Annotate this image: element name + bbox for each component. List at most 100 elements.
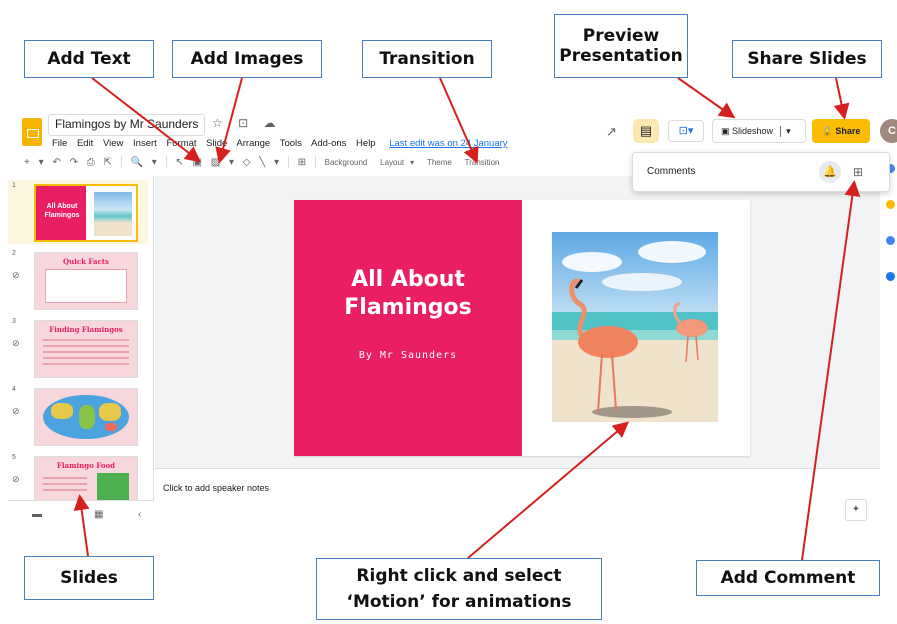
toolbar-divider bbox=[314, 156, 316, 168]
slideshow-button[interactable]: ▣ Slideshow │ ▾ bbox=[712, 119, 806, 143]
avatar[interactable]: C bbox=[880, 119, 897, 143]
thumb-title: Flamingo Food bbox=[56, 461, 116, 470]
grid-view-icon[interactable]: ▦ bbox=[94, 509, 103, 520]
slide-number: 5 bbox=[12, 454, 16, 461]
text-box-icon[interactable]: ▣ bbox=[193, 157, 202, 168]
slide-title[interactable]: All About Flamingos bbox=[294, 266, 522, 322]
filmstrip-view-icon[interactable]: ▬ bbox=[32, 509, 42, 520]
menu-format[interactable]: Format bbox=[166, 138, 196, 149]
new-slide-dropdown-icon[interactable]: ▾ bbox=[39, 157, 44, 168]
menu-edit[interactable]: Edit bbox=[77, 138, 93, 149]
comment-history-button[interactable]: ▤ bbox=[633, 119, 659, 143]
callout-motion-line-1: Right click and select bbox=[356, 566, 562, 586]
slide-preview: All About Flamingos bbox=[34, 184, 138, 242]
filmstrip-controls: ▬ ▦ ‹ bbox=[8, 500, 154, 528]
tasks-icon[interactable] bbox=[886, 236, 895, 245]
callout-share-slides: Share Slides bbox=[732, 40, 882, 78]
last-edit-link[interactable]: Last edit was on 24 January bbox=[389, 138, 507, 149]
thumb-title: Quick Facts bbox=[63, 257, 109, 266]
slide-title-line-2: Flamingos bbox=[344, 295, 472, 320]
link-icon: ⊘ bbox=[12, 406, 20, 416]
slide-subtitle[interactable]: By Mr Saunders bbox=[294, 350, 522, 361]
layout-button[interactable]: Layout ▾ bbox=[380, 158, 414, 167]
callout-motion: Right click and select ‘Motion’ for anim… bbox=[316, 558, 602, 620]
title-actions-icons[interactable]: ☆ ⊡ ☁ bbox=[212, 116, 281, 130]
slide-preview: Quick Facts bbox=[34, 252, 138, 310]
flamingo-photo[interactable] bbox=[552, 232, 718, 422]
activity-trend-icon[interactable]: ↗ bbox=[606, 124, 617, 140]
slideshow-label: Slideshow bbox=[732, 126, 774, 136]
speaker-notes-placeholder[interactable]: Click to add speaker notes bbox=[163, 483, 269, 493]
menu-tools[interactable]: Tools bbox=[280, 138, 302, 149]
link-icon: ⊘ bbox=[12, 270, 20, 280]
paint-format-icon[interactable]: ⇱ bbox=[104, 157, 112, 168]
callout-transition: Transition bbox=[362, 40, 492, 78]
background-button[interactable]: Background bbox=[325, 158, 368, 167]
menu-addons[interactable]: Add-ons bbox=[311, 138, 346, 149]
toolbar: + ▾ ↶ ↷ ⎙ ⇱ 🔍 ▾ ↖ ▣ ▨ ▾ ◇ ╲ ▾ ⊞ Backgrou… bbox=[24, 156, 634, 174]
shape-icon[interactable]: ◇ bbox=[243, 157, 251, 168]
notification-bell-icon[interactable]: 🔔 bbox=[819, 161, 841, 183]
toolbar-divider bbox=[165, 156, 167, 168]
slide-canvas[interactable]: All About Flamingos By Mr Saunders bbox=[155, 176, 880, 468]
slide-thumbnail-3[interactable]: 3 ⊘ Finding Flamingos bbox=[8, 316, 148, 380]
new-slide-icon[interactable]: + bbox=[24, 157, 30, 168]
slide-number: 2 bbox=[12, 250, 16, 257]
slide-number: 3 bbox=[12, 318, 16, 325]
collapse-panel-icon[interactable]: ‹ bbox=[138, 509, 141, 520]
line-dropdown-icon[interactable]: ▾ bbox=[274, 157, 279, 168]
menu-arrange[interactable]: Arrange bbox=[236, 138, 270, 149]
print-icon[interactable]: ⎙ bbox=[87, 157, 95, 168]
slides-app: Flamingos by Mr Saunders ☆ ⊡ ☁ File Edit… bbox=[0, 104, 897, 528]
redo-icon[interactable]: ↷ bbox=[70, 157, 78, 168]
side-panel-rail bbox=[882, 156, 897, 528]
slides-logo-icon[interactable] bbox=[22, 118, 42, 146]
menu-insert[interactable]: Insert bbox=[133, 138, 157, 149]
callout-preview-presentation: Preview Presentation bbox=[554, 14, 688, 78]
zoom-icon[interactable]: 🔍 bbox=[131, 157, 143, 168]
callout-add-text: Add Text bbox=[24, 40, 154, 78]
link-icon: ⊘ bbox=[12, 338, 20, 348]
comment-insert-icon[interactable]: ⊞ bbox=[298, 157, 306, 168]
select-cursor-icon[interactable]: ↖ bbox=[175, 157, 183, 168]
contacts-icon[interactable] bbox=[886, 272, 895, 281]
explore-icon[interactable]: ✦ bbox=[845, 499, 867, 521]
menu-file[interactable]: File bbox=[52, 138, 67, 149]
insert-image-icon[interactable]: ▨ bbox=[211, 157, 220, 168]
menu-slide[interactable]: Slide bbox=[206, 138, 227, 149]
link-icon: ⊘ bbox=[12, 474, 20, 484]
theme-button[interactable]: Theme bbox=[427, 158, 452, 167]
slide-number: 1 bbox=[12, 182, 16, 189]
thumb-title: All About Flamingos bbox=[44, 203, 80, 219]
callout-slides: Slides bbox=[24, 556, 154, 600]
comments-popup: Comments 🔔 ⊞ bbox=[632, 152, 890, 192]
add-comment-icon[interactable]: ⊞ bbox=[847, 161, 869, 183]
share-button[interactable]: 🔒 Share bbox=[812, 119, 870, 143]
menu-bar: File Edit View Insert Format Slide Arran… bbox=[52, 138, 515, 149]
slide-filmstrip[interactable]: 1 All About Flamingos 2 ⊘ Quick Facts 3 … bbox=[8, 176, 154, 528]
flamingo-image bbox=[552, 232, 718, 422]
world-map-image bbox=[43, 395, 129, 439]
title-panel bbox=[294, 200, 522, 456]
undo-icon[interactable]: ↶ bbox=[52, 157, 60, 168]
slide-preview bbox=[34, 388, 138, 446]
image-dropdown-icon[interactable]: ▾ bbox=[229, 157, 234, 168]
slide-thumbnail-4[interactable]: 4 ⊘ bbox=[8, 384, 148, 448]
callout-preview-line-2: Presentation bbox=[559, 46, 683, 66]
current-slide[interactable]: All About Flamingos By Mr Saunders bbox=[294, 200, 750, 456]
transition-button[interactable]: Transition bbox=[465, 158, 500, 167]
menu-help[interactable]: Help bbox=[356, 138, 376, 149]
speaker-notes[interactable]: Click to add speaker notes ✦ bbox=[155, 468, 880, 528]
keep-icon[interactable] bbox=[886, 200, 895, 209]
slide-thumbnail-2[interactable]: 2 ⊘ Quick Facts bbox=[8, 248, 148, 312]
callout-add-comment: Add Comment bbox=[696, 560, 880, 596]
menu-view[interactable]: View bbox=[103, 138, 123, 149]
meet-present-button[interactable]: ⊡▾ bbox=[668, 120, 704, 142]
slide-thumbnail-1[interactable]: 1 All About Flamingos bbox=[8, 180, 148, 244]
callout-preview-line-1: Preview bbox=[582, 26, 660, 46]
line-icon[interactable]: ╲ bbox=[259, 157, 265, 168]
share-label: Share bbox=[835, 126, 861, 136]
slide-title-line-1: All About bbox=[351, 267, 465, 292]
document-title[interactable]: Flamingos by Mr Saunders bbox=[48, 114, 206, 136]
zoom-dropdown-icon[interactable]: ▾ bbox=[152, 157, 157, 168]
